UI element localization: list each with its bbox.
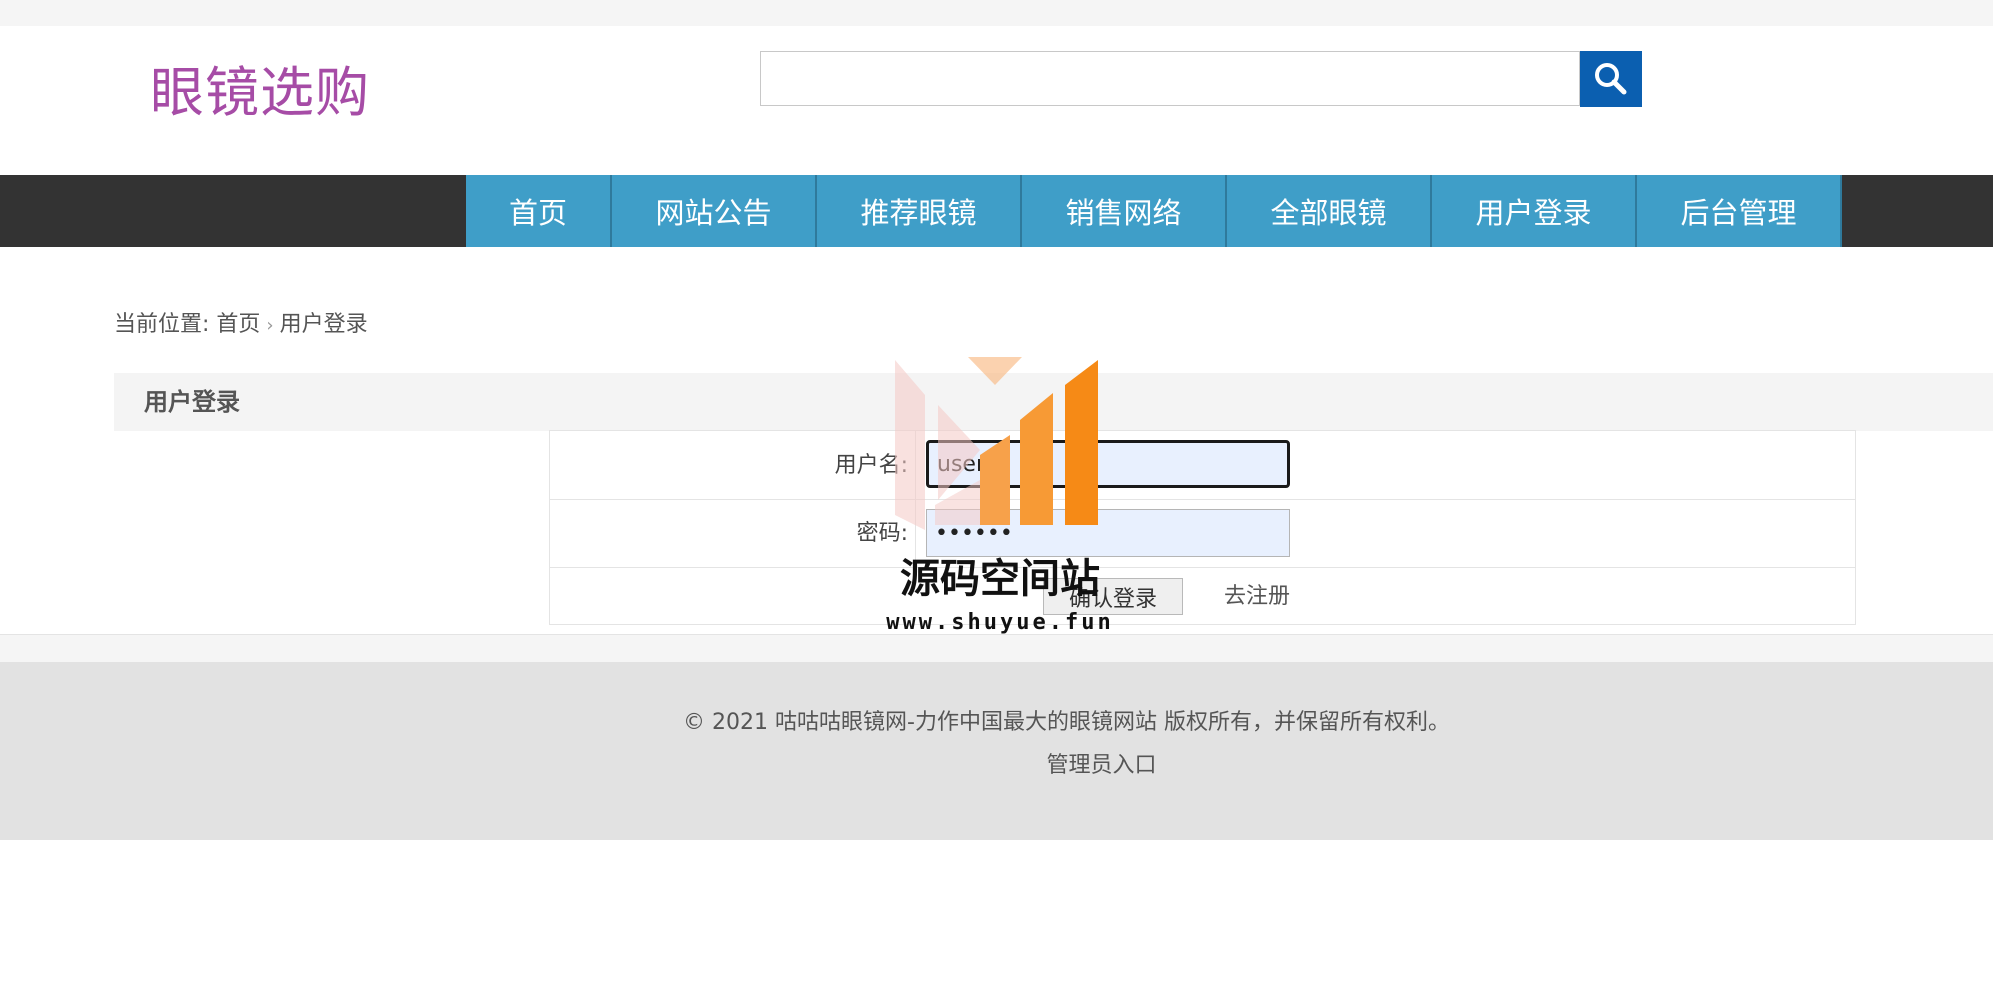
register-link[interactable]: 去注册 [1224,582,1290,612]
nav-items: 首页 网站公告 推荐眼镜 销售网络 全部眼镜 用户登录 后台管理 [466,175,1842,247]
main-nav: 首页 网站公告 推荐眼镜 销售网络 全部眼镜 用户登录 后台管理 [0,175,1993,247]
breadcrumb-current: 用户登录 [279,312,368,337]
nav-item-announcements[interactable]: 网站公告 [612,175,817,247]
section-title: 用户登录 [144,388,240,416]
username-label: 用户名: [834,453,908,478]
nav-item-sales-network[interactable]: 销售网络 [1022,175,1227,247]
cell-divider [915,431,916,499]
breadcrumb-prefix: 当前位置: [114,312,217,337]
form-row-actions: 确认登录 去注册 [550,568,1855,625]
copyright-text: © 2021 咕咕咕眼镜网-力作中国最大的眼镜网站 版权所有，并保留所有权利。 [683,710,1450,735]
footer: © 2021 咕咕咕眼镜网-力作中国最大的眼镜网站 版权所有，并保留所有权利。 … [0,662,1993,840]
login-submit-button[interactable]: 确认登录 [1043,578,1183,615]
search-icon [1595,63,1627,95]
password-label: 密码: [856,521,908,546]
form-row-password: 密码: [550,500,1855,568]
login-form: 用户名: 密码: 确认登录 去注册 [549,430,1856,625]
nav-item-admin[interactable]: 后台管理 [1637,175,1842,247]
search-input[interactable] [760,51,1580,106]
breadcrumb-separator-icon: › [266,315,274,336]
nav-item-recommended[interactable]: 推荐眼镜 [817,175,1022,247]
admin-entry-link[interactable]: 管理员入口 [0,747,1993,779]
section-header: 用户登录 [114,373,1993,431]
breadcrumb-home[interactable]: 首页 [216,312,260,337]
nav-item-all-glasses[interactable]: 全部眼镜 [1227,175,1432,247]
form-row-username: 用户名: [550,431,1855,500]
top-strip [0,0,1993,26]
cell-divider [915,500,916,567]
nav-item-home[interactable]: 首页 [466,175,612,247]
password-field[interactable] [926,509,1290,557]
footer-strip [0,634,1993,663]
nav-item-user-login[interactable]: 用户登录 [1432,175,1637,247]
site-logo[interactable]: 眼镜选购 [150,58,370,128]
breadcrumb: 当前位置: 首页 › 用户登录 [114,310,368,341]
search-button[interactable] [1580,51,1642,107]
username-field[interactable] [926,440,1290,488]
